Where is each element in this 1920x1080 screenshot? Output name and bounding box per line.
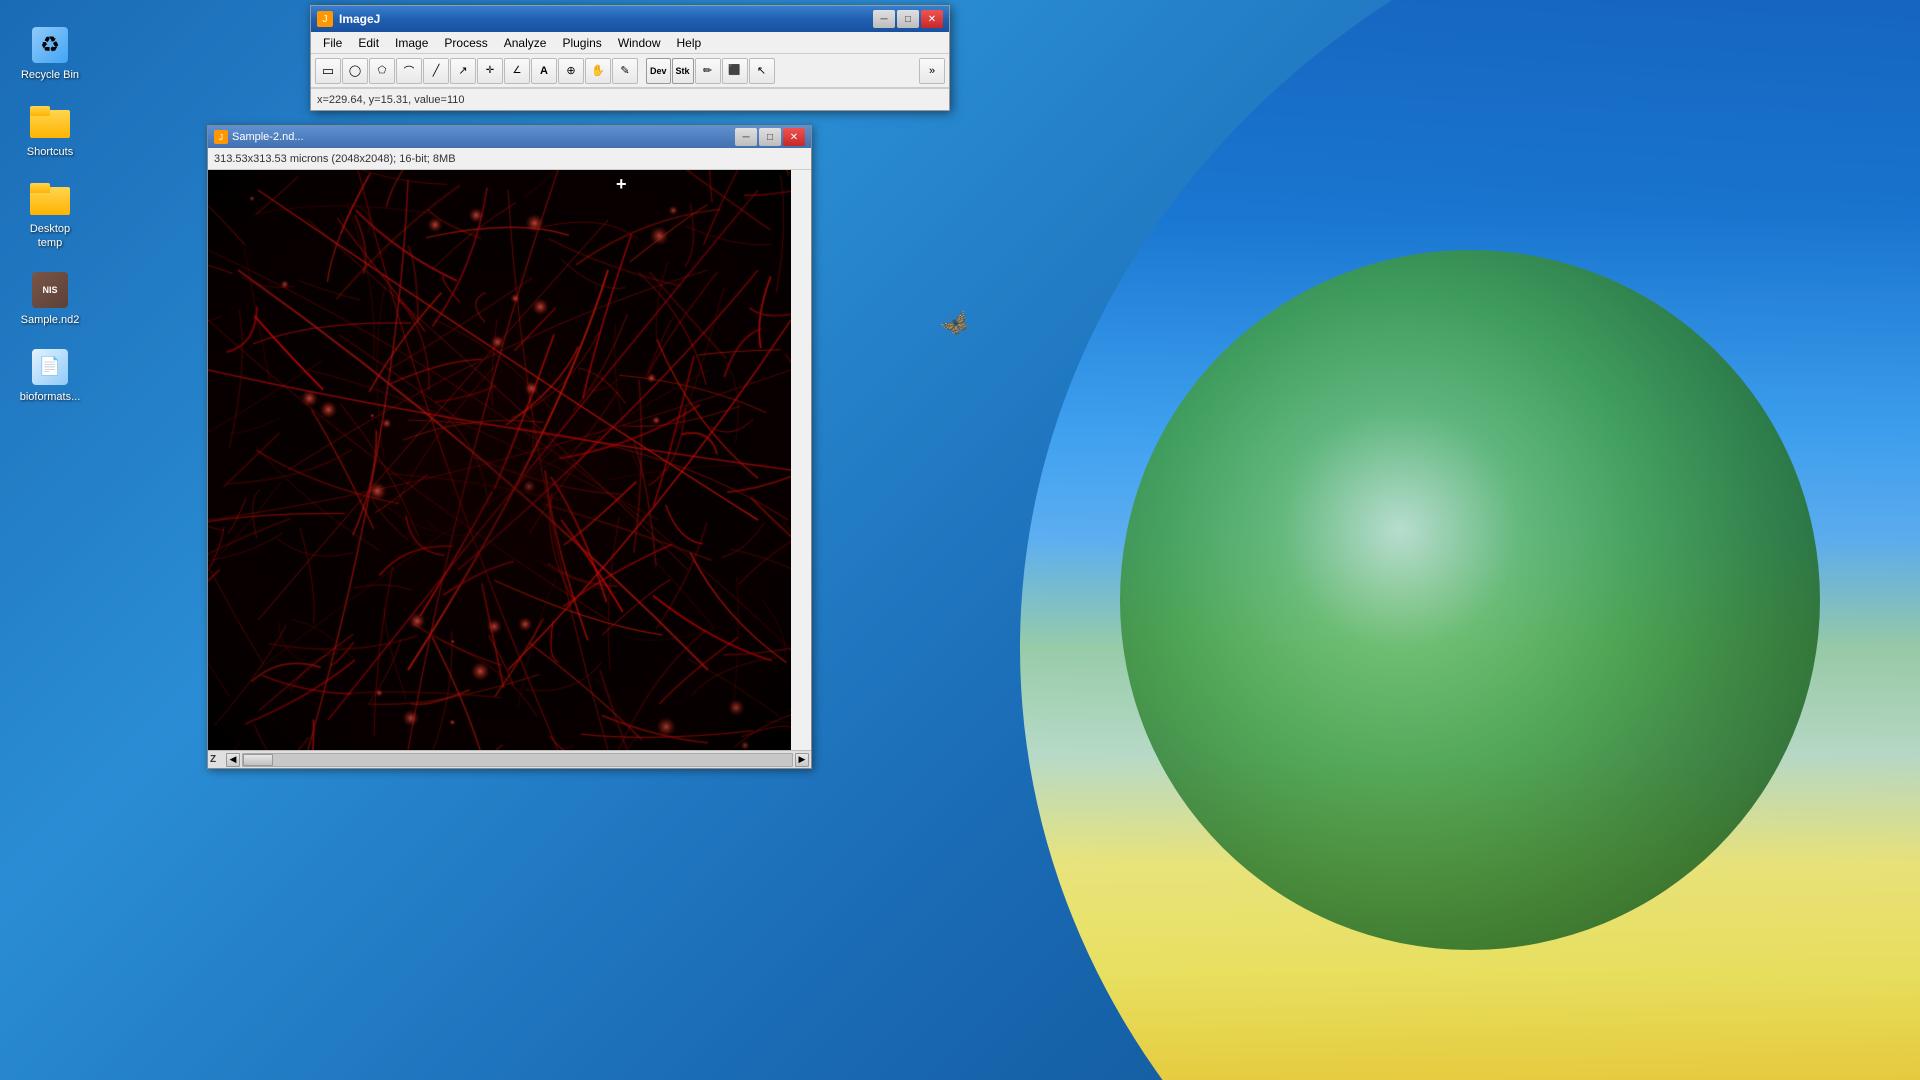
tool-paint[interactable]: ⬛ xyxy=(722,58,748,84)
tool-pencil[interactable]: ✏ xyxy=(695,58,721,84)
imagej-titlebar[interactable]: J ImageJ ─ □ ✕ xyxy=(311,6,949,32)
menu-help[interactable]: Help xyxy=(669,34,710,52)
shortcuts-folder-img xyxy=(30,106,70,138)
image-title-icon: J xyxy=(214,130,228,144)
close-button[interactable]: ✕ xyxy=(921,10,943,28)
tool-pointer[interactable]: ↖ xyxy=(749,58,775,84)
scroll-left-button[interactable]: ◀ xyxy=(226,753,240,767)
tool-stk[interactable]: Stk xyxy=(672,58,694,84)
bioformats-label: bioformats... xyxy=(20,391,81,404)
tool-cross[interactable]: ✛ xyxy=(477,58,503,84)
maximize-button[interactable]: □ xyxy=(897,10,919,28)
desktop: 🦋 ♻ Recycle Bin Shortcuts Desktoptemp xyxy=(0,0,1920,1080)
menu-bar: File Edit Image Process Analyze Plugins … xyxy=(311,32,949,54)
image-info-text: 313.53x313.53 microns (2048x2048); 16-bi… xyxy=(214,153,456,165)
win7-orb xyxy=(1120,250,1820,950)
tool-dev[interactable]: Dev xyxy=(646,58,671,84)
menu-process[interactable]: Process xyxy=(436,34,495,52)
toolbar: ▭ ◯ ⬠ ⌒ ╱ ↗ ✛ ∠ A ⊕ ✋ ✎ Dev Stk ✏ ⬛ ↖ » xyxy=(311,54,949,88)
recycle-bin-img: ♻ xyxy=(32,27,68,63)
tool-more[interactable]: » xyxy=(919,58,945,84)
tool-text[interactable]: A xyxy=(531,58,557,84)
imagej-statusbar: x=229.64, y=15.31, value=110 xyxy=(311,88,949,110)
menu-edit[interactable]: Edit xyxy=(350,34,387,52)
image-canvas[interactable] xyxy=(208,170,791,750)
tool-rect[interactable]: ▭ xyxy=(315,58,341,84)
menu-analyze[interactable]: Analyze xyxy=(496,34,555,52)
desktop-temp-icon[interactable]: Desktoptemp xyxy=(10,174,90,254)
tool-angle[interactable]: ∠ xyxy=(504,58,530,84)
tool-oval[interactable]: ◯ xyxy=(342,58,368,84)
tool-color[interactable]: ✎ xyxy=(612,58,638,84)
sample-nd2-label: Sample.nd2 xyxy=(21,314,80,327)
tool-line[interactable]: ╱ xyxy=(423,58,449,84)
image-maximize-button[interactable]: □ xyxy=(759,128,781,146)
imagej-title: ImageJ xyxy=(339,12,867,26)
image-info-bar: 313.53x313.53 microns (2048x2048); 16-bi… xyxy=(208,148,811,170)
shortcuts-label: Shortcuts xyxy=(27,146,73,159)
tool-arrow[interactable]: ↗ xyxy=(450,58,476,84)
desktop-temp-label: Desktoptemp xyxy=(30,223,70,249)
imagej-title-icon: J xyxy=(317,11,333,27)
scroll-track[interactable] xyxy=(242,753,793,767)
window-controls: ─ □ ✕ xyxy=(873,10,943,28)
desktop-temp-folder-img xyxy=(30,183,70,215)
menu-file[interactable]: File xyxy=(315,34,350,52)
scroll-right-button[interactable]: ▶ xyxy=(795,753,809,767)
menu-window[interactable]: Window xyxy=(610,34,669,52)
tool-zoom[interactable]: ⊕ xyxy=(558,58,584,84)
sample-nd2-icon[interactable]: NIS Sample.nd2 xyxy=(10,265,90,332)
desktop-icons-area: ♻ Recycle Bin Shortcuts Desktoptemp NIS … xyxy=(0,10,100,419)
bioformats-img: 📄 xyxy=(32,349,68,385)
image-scrollbar: Z ◀ ▶ xyxy=(208,750,811,768)
nis-img: NIS xyxy=(32,272,68,308)
recycle-bin-label: Recycle Bin xyxy=(21,69,79,82)
status-text: x=229.64, y=15.31, value=110 xyxy=(317,94,465,106)
image-minimize-button[interactable]: ─ xyxy=(735,128,757,146)
menu-image[interactable]: Image xyxy=(387,34,436,52)
scroll-thumb[interactable] xyxy=(243,754,273,766)
image-window: J Sample-2.nd... ─ □ ✕ 313.53x313.53 mic… xyxy=(207,125,812,769)
tool-poly[interactable]: ⬠ xyxy=(369,58,395,84)
image-window-controls: ─ □ ✕ xyxy=(735,128,805,146)
image-canvas-container[interactable]: + xyxy=(208,170,811,750)
tool-hand[interactable]: ✋ xyxy=(585,58,611,84)
minimize-button[interactable]: ─ xyxy=(873,10,895,28)
butterfly-icon: 🦋 xyxy=(936,306,974,343)
tool-freehand[interactable]: ⌒ xyxy=(396,58,422,84)
menu-plugins[interactable]: Plugins xyxy=(554,34,609,52)
scroll-z-label: Z xyxy=(210,754,224,765)
recycle-bin-icon[interactable]: ♻ Recycle Bin xyxy=(10,20,90,87)
bioformats-icon[interactable]: 📄 bioformats... xyxy=(10,342,90,409)
image-titlebar[interactable]: J Sample-2.nd... ─ □ ✕ xyxy=(208,126,811,148)
imagej-window: J ImageJ ─ □ ✕ File Edit Image Process A… xyxy=(310,5,950,111)
image-close-button[interactable]: ✕ xyxy=(783,128,805,146)
image-title: Sample-2.nd... xyxy=(232,131,731,143)
shortcuts-icon[interactable]: Shortcuts xyxy=(10,97,90,164)
